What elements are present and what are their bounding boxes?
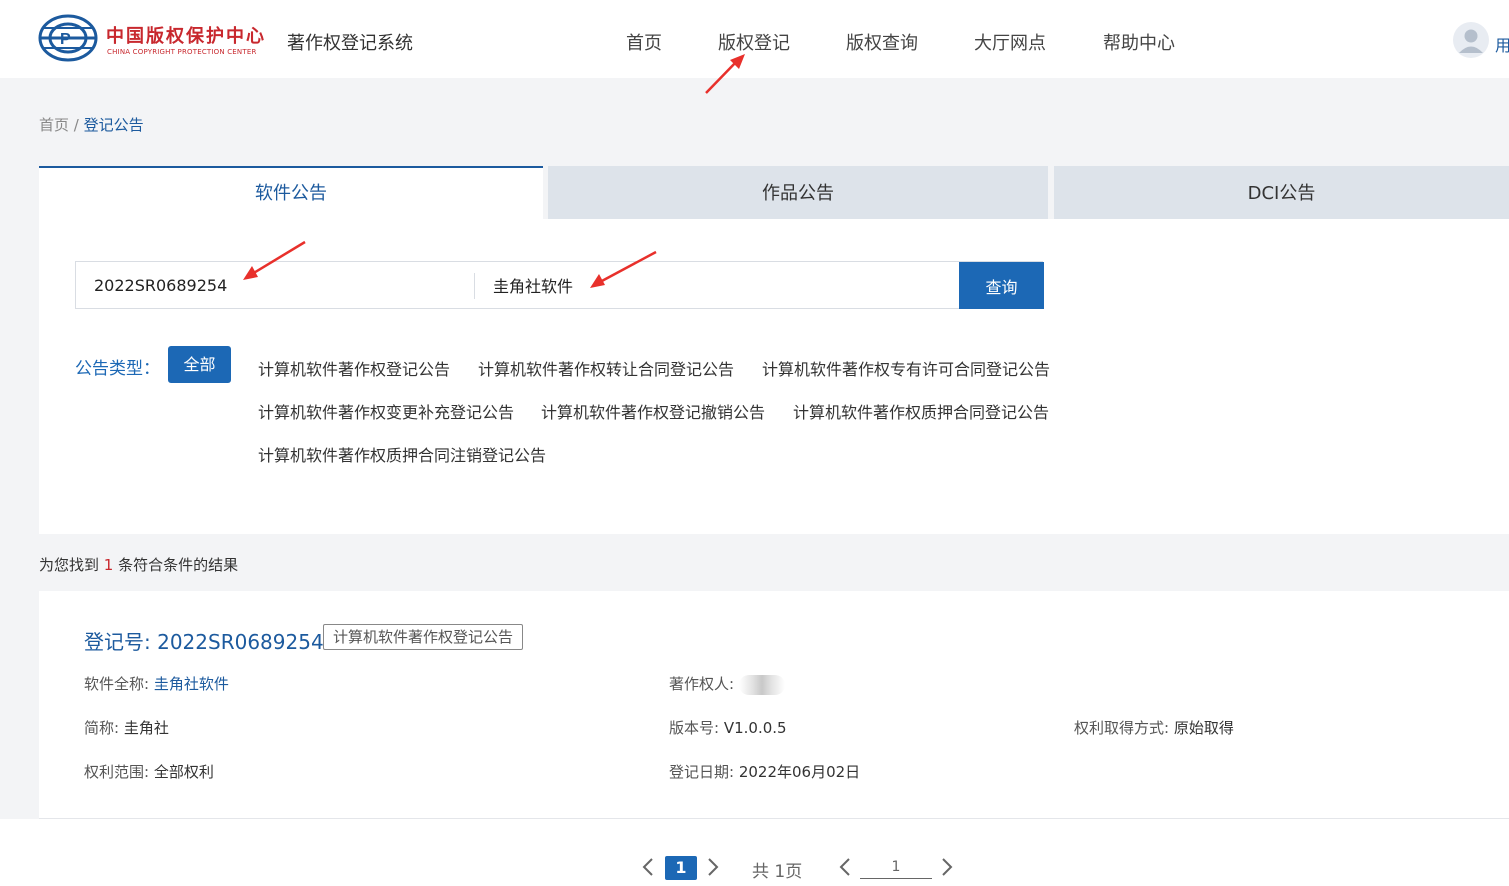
search-bar	[75, 261, 1043, 309]
svg-text:P: P	[60, 31, 71, 48]
tab-works-announcement[interactable]: 作品公告	[548, 166, 1048, 219]
field-owner: 著作权人:	[669, 673, 785, 695]
filter-option-exclusive-license[interactable]: 计算机软件著作权专有许可合同登记公告	[762, 356, 1050, 380]
field-reg-date: 登记日期: 2022年06月02日	[669, 763, 861, 781]
result-reg-number[interactable]: 登记号: 2022SR0689254	[84, 626, 324, 655]
system-title: 著作权登记系统	[287, 33, 413, 54]
user-menu[interactable]: 用	[1495, 32, 1509, 56]
logo-english-text: CHINA COPYRIGHT PROTECTION CENTER	[107, 48, 257, 56]
field-full-name: 软件全称: 圭角社软件	[84, 675, 229, 693]
top-header: P 中国版权保护中心 CHINA COPYRIGHT PROTECTION CE…	[0, 0, 1509, 78]
chevron-left-icon[interactable]	[641, 856, 655, 878]
filter-option-registration[interactable]: 计算机软件著作权登记公告	[258, 356, 450, 380]
nav-item-help[interactable]: 帮助中心	[1103, 29, 1175, 55]
breadcrumb-current: 登记公告	[83, 116, 144, 134]
filter-option-pledge-cancel[interactable]: 计算机软件著作权质押合同注销登记公告	[258, 442, 546, 466]
filter-option-transfer[interactable]: 计算机软件著作权转让合同登记公告	[478, 356, 734, 380]
registration-number-input[interactable]	[76, 262, 474, 308]
nav-item-query[interactable]: 版权查询	[846, 29, 918, 55]
nav-item-registration[interactable]: 版权登记	[718, 29, 790, 55]
page-jump-input[interactable]	[860, 856, 932, 879]
filter-option-change[interactable]: 计算机软件著作权变更补充登记公告	[258, 399, 514, 423]
breadcrumb-home[interactable]: 首页	[39, 116, 69, 134]
tab-software-announcement[interactable]: 软件公告	[39, 166, 543, 219]
logo-icon[interactable]: P	[38, 14, 98, 62]
filter-all-button[interactable]: 全部	[168, 346, 231, 383]
breadcrumb: 首页 / 登记公告	[39, 114, 144, 135]
page-number-current[interactable]: 1	[665, 856, 697, 880]
field-version: 版本号: V1.0.0.5	[669, 719, 787, 737]
filter-option-revocation[interactable]: 计算机软件著作权登记撤销公告	[541, 399, 765, 423]
nav-item-home[interactable]: 首页	[626, 29, 662, 55]
result-count: 为您找到 1 条符合条件的结果	[39, 556, 239, 574]
user-avatar-icon[interactable]	[1453, 22, 1489, 58]
owner-redacted	[738, 674, 785, 695]
tab-dci-announcement[interactable]: DCI公告	[1054, 166, 1509, 219]
chevron-left-icon[interactable]	[838, 856, 852, 878]
software-name-input[interactable]	[475, 262, 955, 308]
result-count-number: 1	[103, 556, 114, 574]
page-total: 共 1页	[752, 862, 803, 882]
result-type-tag: 计算机软件著作权登记公告	[323, 624, 524, 650]
filter-option-pledge[interactable]: 计算机软件著作权质押合同登记公告	[793, 399, 1049, 423]
field-scope: 权利范围: 全部权利	[84, 763, 214, 781]
field-short-name: 简称: 圭角社	[84, 719, 169, 737]
chevron-right-icon[interactable]	[940, 856, 954, 878]
field-acquire-method: 权利取得方式: 原始取得	[1074, 719, 1234, 737]
breadcrumb-separator: /	[69, 116, 84, 134]
logo-chinese-text: 中国版权保护中心	[106, 26, 266, 47]
announcement-type-label: 公告类型：	[75, 359, 160, 379]
search-button[interactable]: 查询	[959, 262, 1044, 309]
chevron-right-icon[interactable]	[706, 856, 720, 878]
full-name-link[interactable]: 圭角社软件	[154, 675, 229, 693]
nav-item-service-hall[interactable]: 大厅网点	[974, 29, 1046, 55]
